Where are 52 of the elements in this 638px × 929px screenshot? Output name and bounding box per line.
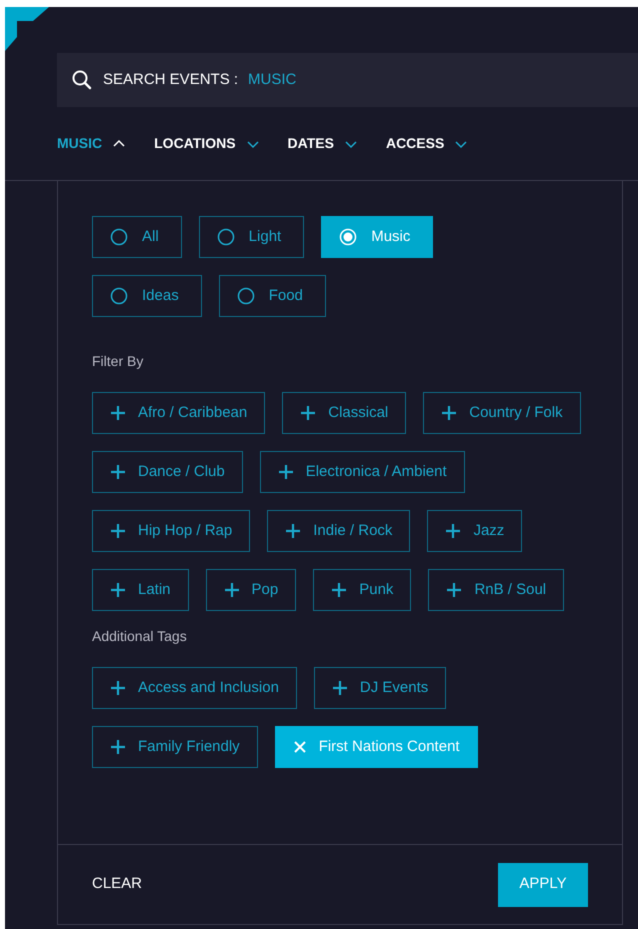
tag-toggle[interactable]: Family Friendly	[92, 726, 258, 768]
tag-toggle[interactable]: Afro / Caribbean	[92, 392, 266, 434]
tag-toggle[interactable]: DJ Events	[314, 667, 446, 709]
radio-icon	[216, 228, 235, 246]
section-heading: Additional Tags	[92, 627, 188, 646]
close-icon	[292, 740, 307, 754]
category-radio[interactable]: Food	[218, 275, 326, 317]
section-heading: Filter By	[92, 352, 144, 371]
tag-toggle[interactable]: Electronica / Ambient	[260, 451, 465, 493]
plus-icon	[224, 582, 240, 598]
tag-toggle[interactable]: Access and Inclusion	[92, 667, 297, 709]
radio-selected-icon	[339, 228, 358, 246]
tag-toggle[interactable]: Country / Folk	[423, 392, 581, 434]
category-radio[interactable]: Ideas	[92, 275, 202, 317]
tag-toggle[interactable]: Jazz	[427, 510, 522, 552]
tag-toggle[interactable]: Punk	[313, 569, 412, 611]
plus-icon	[110, 582, 126, 598]
plus-icon	[278, 464, 294, 480]
plus-icon	[441, 405, 458, 421]
search-value: MUSIC	[248, 70, 296, 90]
plus-icon	[331, 582, 348, 598]
radio-icon	[110, 287, 128, 305]
plus-icon	[110, 523, 126, 539]
plus-icon	[110, 464, 126, 480]
corner-logo-icon	[5, 7, 49, 51]
tag-toggle[interactable]: Dance / Club	[92, 451, 243, 493]
filter-tab[interactable]: MUSIC	[57, 133, 126, 154]
plus-icon	[300, 405, 316, 421]
category-radio[interactable]: Light	[198, 216, 304, 258]
plus-icon	[332, 680, 348, 696]
category-radio[interactable]: All	[92, 216, 182, 258]
filter-tab[interactable]: LOCATIONS	[154, 133, 260, 154]
tag-toggle[interactable]: Indie / Rock	[267, 510, 410, 552]
search-icon	[71, 69, 93, 91]
search-label: SEARCH EVENTS :	[103, 70, 238, 90]
tag-toggle[interactable]: RnB / Soul	[428, 569, 564, 611]
plus-icon	[110, 739, 126, 755]
plus-icon	[110, 405, 126, 421]
radio-icon	[236, 287, 255, 305]
tag-toggle[interactable]: Latin	[92, 569, 189, 611]
tag-toggle[interactable]: Hip Hop / Rap	[92, 510, 250, 552]
search-field[interactable]: SEARCH EVENTS : MUSIC	[57, 53, 638, 107]
tag-toggle[interactable]: Pop	[206, 569, 296, 611]
filter-tab[interactable]: DATES	[288, 133, 358, 154]
plus-icon	[445, 523, 462, 539]
tag-toggle[interactable]: Classical	[282, 392, 406, 434]
filter-tab[interactable]: ACCESS	[386, 133, 468, 154]
clear-button[interactable]: CLEAR	[92, 873, 142, 896]
plus-icon	[285, 523, 302, 539]
plus-icon	[110, 680, 126, 696]
plus-icon	[446, 582, 462, 598]
radio-icon	[110, 228, 128, 246]
